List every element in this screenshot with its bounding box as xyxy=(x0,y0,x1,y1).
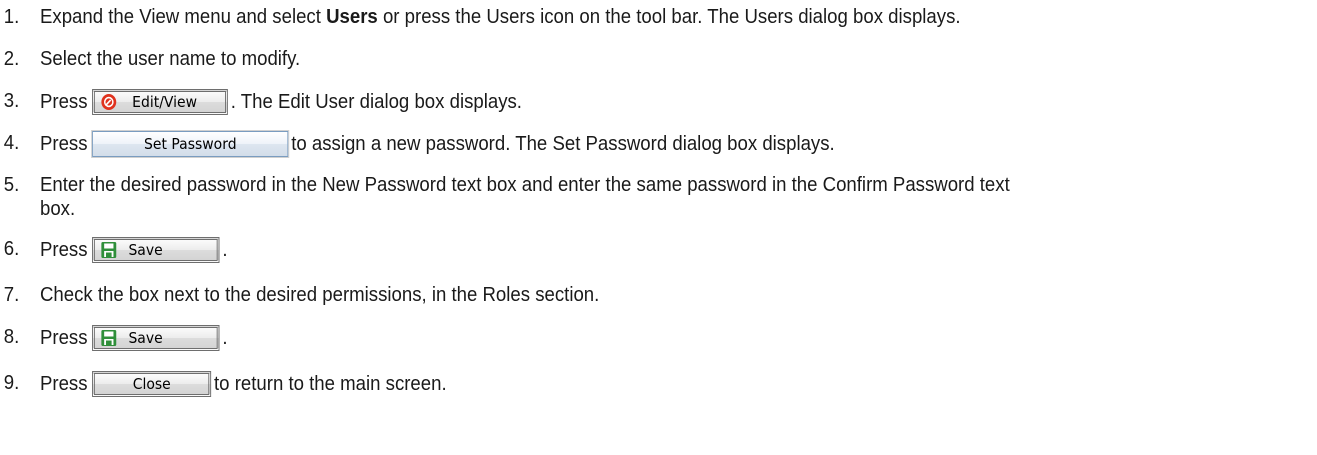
step-text-before: Press xyxy=(39,373,88,395)
step-text: Expand the View menu and select Users or… xyxy=(40,5,961,29)
edit-view-button[interactable]: Edit/View xyxy=(92,89,228,115)
step-number: 3. xyxy=(3,90,20,112)
step-number: 8. xyxy=(3,326,20,348)
save-button[interactable]: Save xyxy=(92,325,220,351)
step-number: 7. xyxy=(3,284,20,306)
save-button-label: Save xyxy=(128,241,163,259)
edit-view-icon xyxy=(101,94,117,110)
step-text-before: Press xyxy=(39,327,88,349)
step-number: 2. xyxy=(3,48,20,70)
step-text: Press Save . xyxy=(40,237,228,263)
close-button[interactable]: Close xyxy=(92,371,212,397)
edit-view-button-label: Edit/View xyxy=(132,93,198,111)
step-text-line-1: Enter the desired password in the New Pa… xyxy=(39,174,1010,196)
step-number: 6. xyxy=(3,238,20,260)
step-number: 4. xyxy=(3,132,20,154)
step-5: 5. Enter the desired password in the New… xyxy=(0,173,1225,221)
close-button-label: Close xyxy=(132,375,171,393)
step-text-after: to assign a new password. The Set Passwo… xyxy=(291,133,835,155)
step-text-before: Expand the View menu and select xyxy=(39,6,327,28)
floppy-disk-icon xyxy=(101,330,117,346)
step-text-before: Press xyxy=(39,133,88,155)
set-password-button-label: Set Password xyxy=(144,135,237,153)
step-text-before: Press xyxy=(39,239,88,261)
step-number: 9. xyxy=(3,372,20,394)
step-text-after: . The Edit User dialog box displays. xyxy=(230,91,522,113)
step-text-after: . xyxy=(222,239,228,261)
step-text-line-2: box. xyxy=(39,198,76,220)
step-text-after: to return to the main screen. xyxy=(214,373,447,395)
menu-item-users: Users xyxy=(326,6,378,28)
save-button-label: Save xyxy=(128,329,163,347)
step-text: Press Close to return to the main screen… xyxy=(40,371,447,397)
set-password-button[interactable]: Set Password xyxy=(91,130,290,158)
floppy-disk-icon xyxy=(101,242,117,258)
save-button[interactable]: Save xyxy=(92,237,220,263)
step-text-before: Press xyxy=(39,91,88,113)
step-text: Press Save . xyxy=(40,325,228,351)
step-text: Press Edit/View . The Edit User dialog b… xyxy=(40,89,522,115)
step-text-after: . xyxy=(222,327,228,349)
step-number: 5. xyxy=(3,174,20,196)
step-text-after: or press the Users icon on the tool bar.… xyxy=(377,6,961,28)
step-text: Press Set Password to assign a new passw… xyxy=(39,130,835,158)
step-number: 1. xyxy=(3,6,20,28)
step-text: Check the box next to the desired permis… xyxy=(39,284,600,306)
step-text: Select the user name to modify. xyxy=(39,48,301,70)
